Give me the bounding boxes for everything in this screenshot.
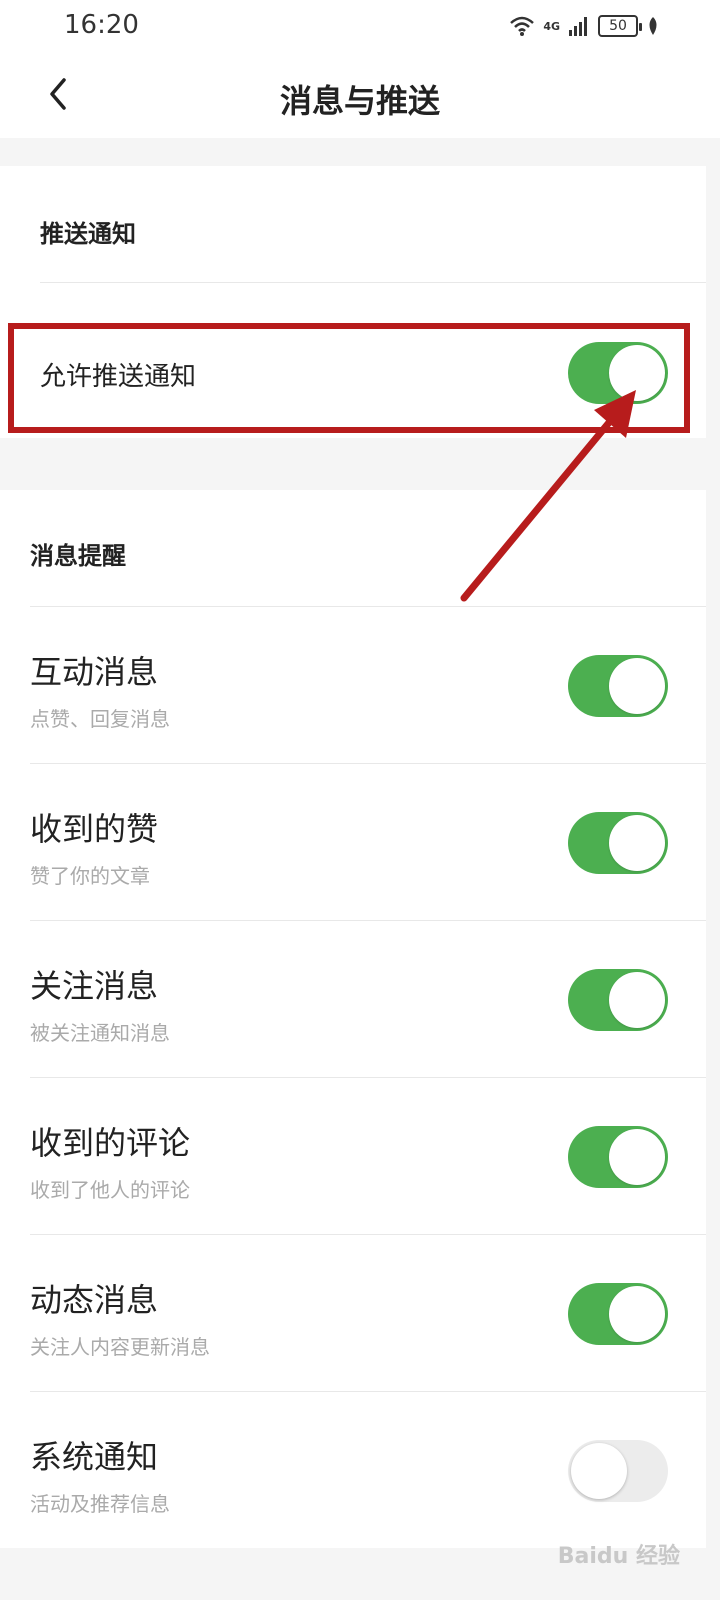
push-section-divider [40, 282, 706, 283]
row-subtitle: 点赞、回复消息 [30, 707, 170, 731]
watermark: Baidu 经验 [557, 1544, 680, 1569]
message-reminder-card: 消息提醒 互动消息 点赞、回复消息 收到的赞 赞了你的文章 关注消息 被关注通知… [0, 490, 706, 1548]
push-section-title: 推送通知 [40, 220, 136, 248]
toggle-knob [609, 1129, 665, 1185]
nav-bar: 消息与推送 [0, 52, 720, 138]
interaction-toggle[interactable] [568, 655, 668, 717]
battery-icon: 50 [598, 15, 642, 37]
row-subtitle: 关注人内容更新消息 [30, 1335, 210, 1359]
message-row-interaction[interactable]: 互动消息 点赞、回复消息 [0, 607, 706, 763]
activity-toggle[interactable] [568, 1283, 668, 1345]
row-title: 关注消息 [30, 967, 159, 1005]
leaf-icon [649, 17, 657, 35]
row-title: 系统通知 [30, 1438, 159, 1476]
row-subtitle: 收到了他人的评论 [30, 1178, 190, 1202]
row-subtitle: 赞了你的文章 [30, 864, 150, 888]
message-row-follow[interactable]: 关注消息 被关注通知消息 [0, 921, 706, 1077]
toggle-knob [571, 1443, 627, 1499]
message-row-system[interactable]: 系统通知 活动及推荐信息 [0, 1392, 706, 1548]
follow-toggle[interactable] [568, 969, 668, 1031]
status-bar: 16:20 4G 50 [0, 0, 720, 52]
toggle-knob [609, 658, 665, 714]
toggle-knob [609, 815, 665, 871]
toggle-knob [609, 972, 665, 1028]
row-title: 收到的赞 [30, 810, 159, 848]
message-row-activity[interactable]: 动态消息 关注人内容更新消息 [0, 1235, 706, 1391]
status-time: 16:20 [64, 10, 139, 40]
wifi-icon [510, 16, 535, 36]
likes-toggle[interactable] [568, 812, 668, 874]
message-row-comments[interactable]: 收到的评论 收到了他人的评论 [0, 1078, 706, 1234]
message-row-likes[interactable]: 收到的赞 赞了你的文章 [0, 764, 706, 920]
annotation-arrow-icon [460, 390, 636, 602]
comments-toggle[interactable] [568, 1126, 668, 1188]
system-toggle[interactable] [568, 1440, 668, 1502]
row-subtitle: 被关注通知消息 [30, 1021, 170, 1045]
toggle-knob [609, 1286, 665, 1342]
status-icons: 4G 50 [509, 12, 660, 40]
network-type-label: 4G [543, 19, 560, 33]
page-title: 消息与推送 [279, 82, 440, 120]
row-title: 互动消息 [30, 653, 159, 691]
row-subtitle: 活动及推荐信息 [30, 1492, 170, 1516]
message-section-title: 消息提醒 [30, 542, 126, 570]
signal-icon [569, 17, 587, 36]
row-title: 动态消息 [30, 1281, 159, 1319]
row-title: 收到的评论 [30, 1124, 191, 1162]
